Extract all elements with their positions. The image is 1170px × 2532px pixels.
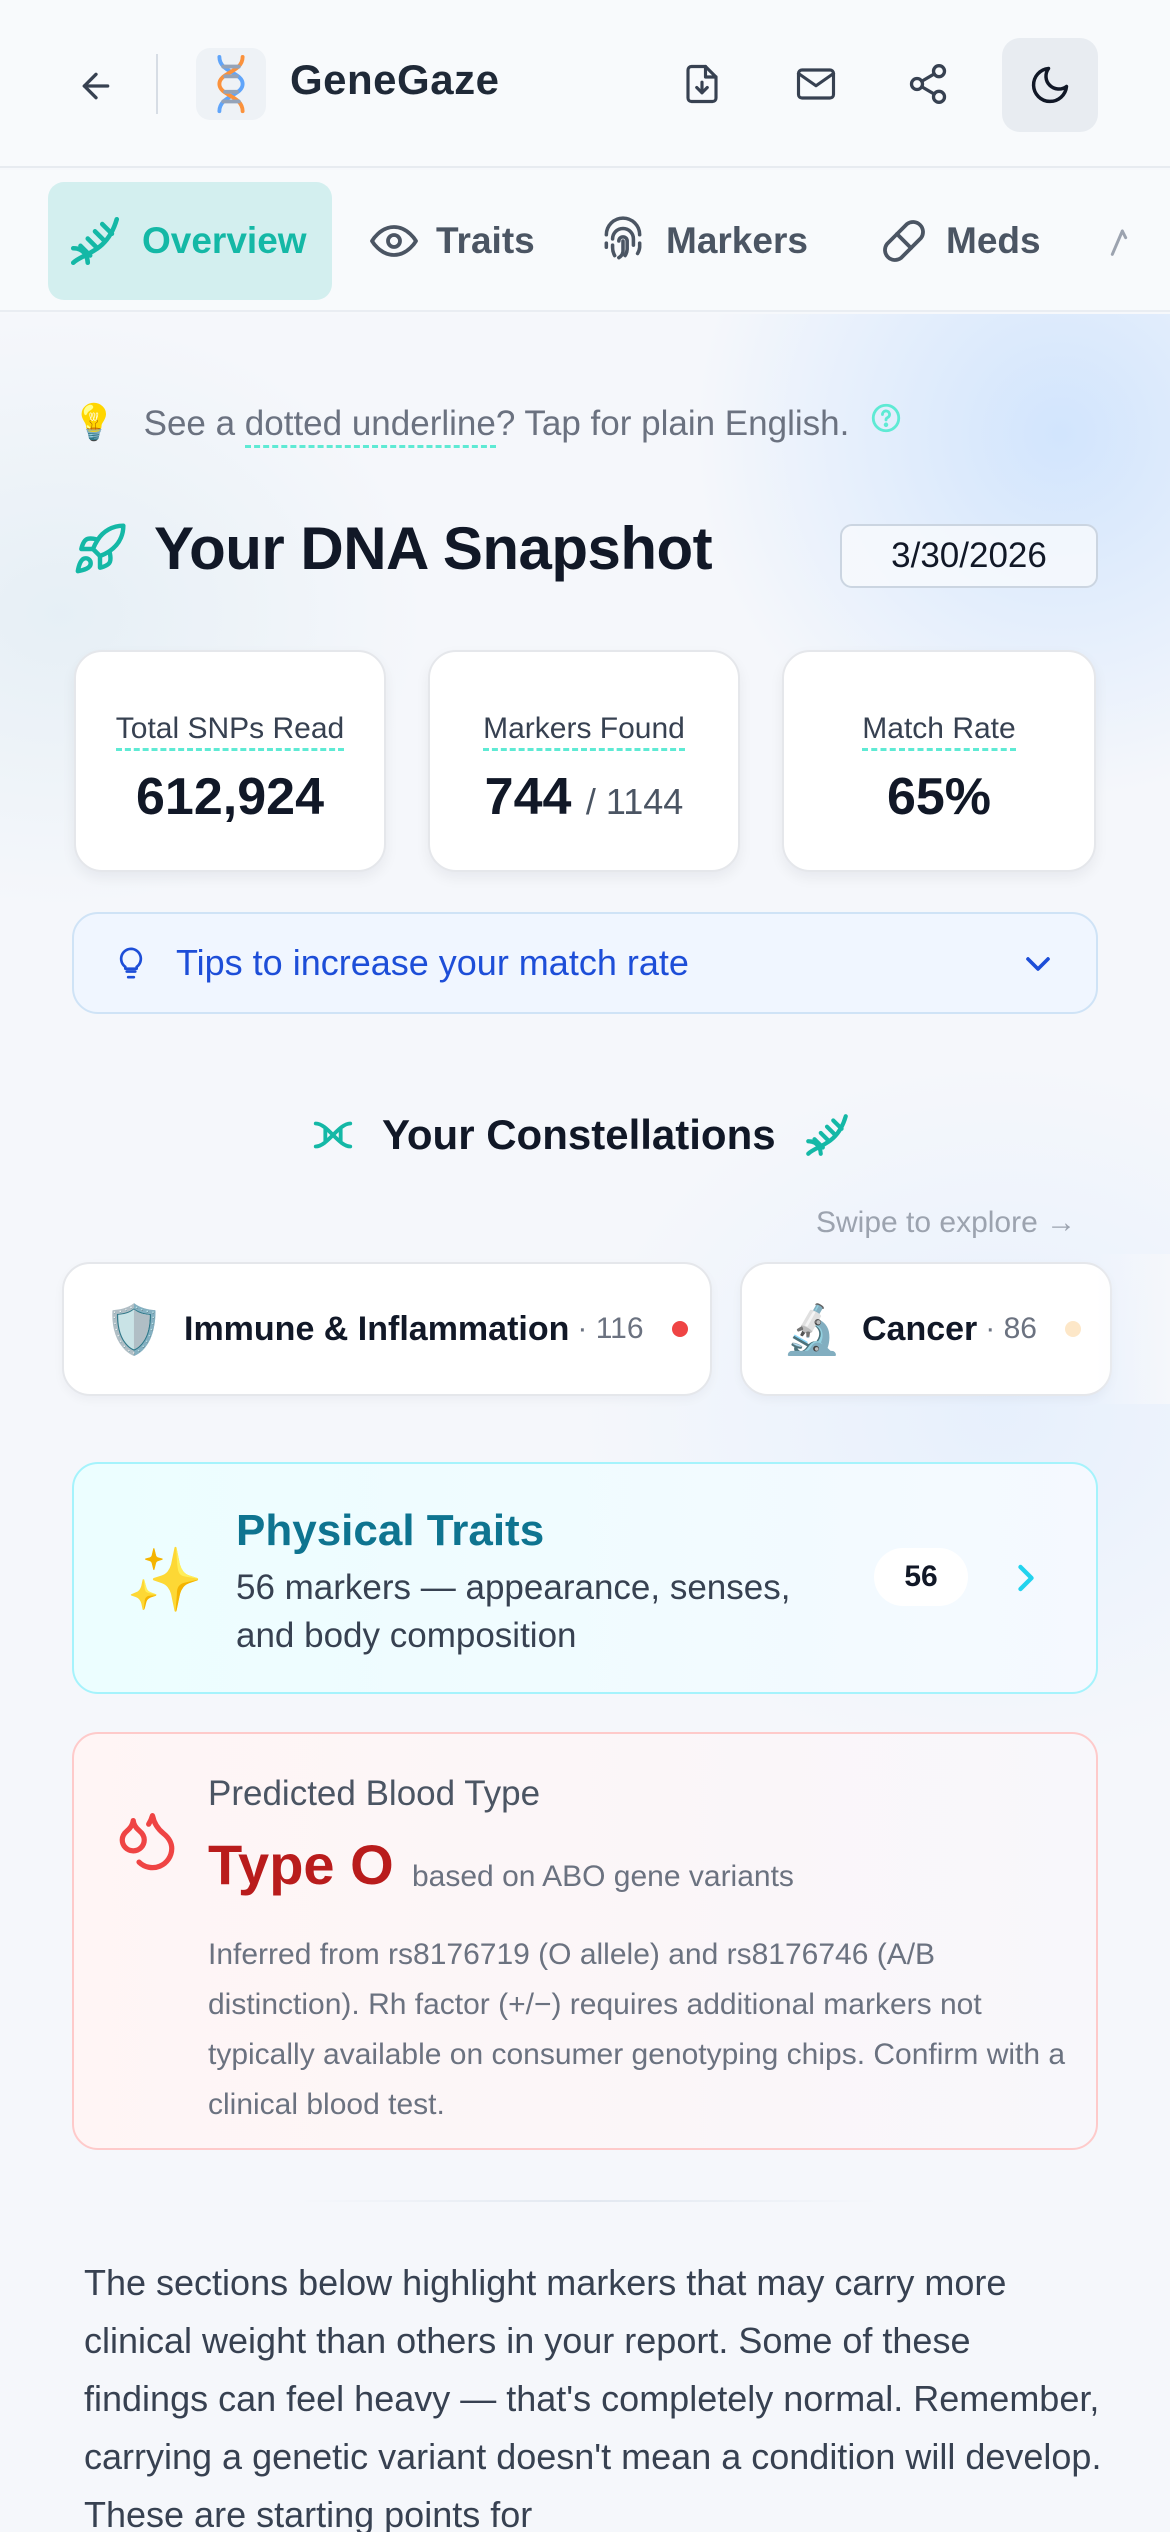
theme-toggle-button[interactable] xyxy=(1002,38,1098,132)
dna-icon xyxy=(805,1114,848,1156)
constellation-count: · 86 xyxy=(985,1312,1037,1345)
app-title: GeneGaze xyxy=(290,56,500,103)
constellation-count: · 116 xyxy=(577,1312,644,1345)
match-rate-tips-accordion[interactable]: Tips to increase your match rate xyxy=(72,912,1098,1014)
eye-icon xyxy=(370,225,418,257)
tab-label: Overview xyxy=(142,220,307,261)
partial-tab-icon xyxy=(1110,229,1128,256)
chevron-right-icon xyxy=(1018,1564,1034,1592)
lightbulb-icon xyxy=(119,947,143,979)
status-dot xyxy=(1064,1321,1081,1337)
hint-dotted-example[interactable]: dotted underline xyxy=(244,403,496,448)
dna-icon xyxy=(313,1121,353,1149)
mail-icon xyxy=(796,68,836,100)
constellation-name: Immune & Inflammation xyxy=(184,1309,570,1348)
pill-icon xyxy=(883,220,925,262)
email-report-button[interactable] xyxy=(780,48,852,120)
hint-text: See a dotted underline? Tap for plain En… xyxy=(143,401,903,448)
plain-english-hint: 💡 See a dotted underline? Tap for plain … xyxy=(72,394,903,450)
physical-traits-card[interactable]: ✨ Physical Traits 56 markers — appearanc… xyxy=(72,1462,1098,1694)
snapshot-heading: Your DNA Snapshot xyxy=(72,514,713,583)
stat-value: 612,924 xyxy=(136,768,324,826)
stat-label[interactable]: Match Rate xyxy=(862,712,1016,751)
section-tabs: Overview Traits Markers Meds xyxy=(0,170,1170,312)
stat-value: 65% xyxy=(886,768,992,826)
constellation-name: Cancer xyxy=(862,1309,978,1348)
constellations-title: Your Constellations xyxy=(382,1111,776,1158)
moon-icon xyxy=(1031,66,1069,104)
dna-icon xyxy=(70,216,120,266)
stat-value: 744 xyxy=(484,768,572,826)
blood-type-value: Type O xyxy=(208,1833,394,1896)
download-report-button[interactable] xyxy=(666,48,738,120)
constellations-heading: Your Constellations xyxy=(310,1110,852,1160)
stat-card-total-snps: Total SNPs Read 612,924 xyxy=(74,650,386,872)
tab-label: Markers xyxy=(666,220,808,261)
blood-type-label: Predicted Blood Type xyxy=(208,1774,541,1813)
app-logo xyxy=(196,48,266,120)
arrow-left-icon xyxy=(82,72,110,100)
tab-markers[interactable]: Markers xyxy=(598,182,808,300)
tab-traits[interactable]: Traits xyxy=(370,182,535,300)
report-date: 3/30/2026 xyxy=(840,524,1098,588)
stat-label[interactable]: Markers Found xyxy=(483,712,685,751)
constellation-chip-cancer[interactable]: 🔬 Cancer · 86 xyxy=(740,1262,1112,1396)
status-dot xyxy=(671,1321,688,1337)
tips-label: Tips to increase your match rate xyxy=(176,942,689,983)
top-app-bar: GeneGaze xyxy=(0,0,1170,168)
hint-prefix: See a xyxy=(143,403,236,443)
download-file-icon xyxy=(686,64,718,104)
chevron-down-icon xyxy=(1026,957,1050,971)
header-divider xyxy=(156,54,158,114)
tab-meds[interactable]: Meds xyxy=(880,182,1041,300)
clinical-intro-text: The sections below highlight markers tha… xyxy=(84,2262,1102,2532)
help-circle-icon[interactable] xyxy=(869,401,903,435)
constellation-chip-immune[interactable]: 🛡️ Immune & Inflammation · 116 xyxy=(62,1262,712,1396)
snapshot-title: Your DNA Snapshot xyxy=(154,515,713,582)
blood-type-note: Inferred from rs8176719 (O allele) and r… xyxy=(208,1938,1066,2121)
stat-total: / 1144 xyxy=(585,781,684,822)
traits-count-badge: 56 xyxy=(874,1548,968,1606)
sparkles-icon: ✨ xyxy=(126,1546,204,1615)
blood-type-card: Predicted Blood Type Type O based on ABO… xyxy=(72,1732,1098,2150)
stat-value-group: 744 / 1144 xyxy=(430,767,738,827)
lightbulb-emoji-icon: 💡 xyxy=(72,402,116,442)
dna-logo-icon xyxy=(217,54,245,114)
tab-overflow-hint[interactable] xyxy=(1104,182,1134,300)
share-icon xyxy=(909,64,947,104)
swipe-hint: Swipe to explore → xyxy=(816,1206,1077,1239)
back-button[interactable] xyxy=(58,48,134,124)
tab-label: Traits xyxy=(436,220,535,261)
section-divider xyxy=(300,2200,880,2202)
blood-type-basis: based on ABO gene variants xyxy=(412,1860,794,1893)
stat-card-match-rate: Match Rate 65% xyxy=(782,650,1096,872)
carousel-fade xyxy=(1096,1254,1170,1404)
hint-suffix: ? Tap for plain English. xyxy=(495,403,850,443)
overview-content: 💡 See a dotted underline? Tap for plain … xyxy=(0,314,1170,2532)
fingerprint-icon xyxy=(604,216,642,260)
tab-overview[interactable]: Overview xyxy=(48,182,332,300)
traits-title: Physical Traits xyxy=(236,1506,545,1555)
shield-icon: 🛡️ xyxy=(104,1303,164,1357)
stat-label[interactable]: Total SNPs Read xyxy=(115,712,345,751)
tab-label: Meds xyxy=(946,220,1041,261)
traits-description: 56 markers — appearance, senses, and bod… xyxy=(236,1568,791,1655)
share-button[interactable] xyxy=(892,48,964,120)
stat-card-markers-found: Markers Found 744 / 1144 xyxy=(428,650,740,872)
rocket-icon xyxy=(75,522,126,573)
droplets-icon xyxy=(119,1813,175,1871)
microscope-icon: 🔬 xyxy=(782,1303,842,1357)
